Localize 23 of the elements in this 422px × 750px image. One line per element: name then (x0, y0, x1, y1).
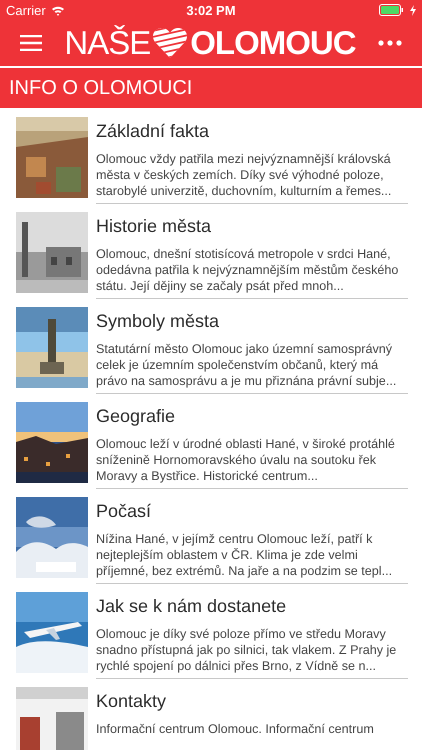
item-title[interactable]: Jak se k nám dostanete (96, 596, 408, 617)
item-title[interactable]: Kontakty (96, 691, 374, 712)
item-description: Informační centrum Olomouc. Informační centrum (96, 721, 374, 737)
item-title[interactable]: Základní fakta (96, 121, 408, 142)
more-icon[interactable] (378, 40, 402, 46)
item-title[interactable]: Historie města (96, 216, 408, 237)
wifi-icon (50, 4, 65, 16)
battery-icon (378, 4, 405, 16)
menu-icon[interactable] (20, 35, 42, 51)
logo-text: NAŠE (64, 24, 150, 62)
item-title[interactable]: Geografie (96, 406, 408, 427)
item-title[interactable]: Symboly města (96, 311, 408, 332)
item-description: Olomouc je díky své poloze přímo ve středu Moravy snadno přístupná jak po silnici, tak vlakem. Z Prahy je rychlé spojení po dálnici přes Brno, z Vídně se n... (96, 626, 398, 674)
logo-text: OLOMOUC (190, 24, 356, 62)
item-description: Olomouc leží v úrodné oblasti Hané, v široké protáhlé sníženině Hornomoravského úvalu na soutoku řek Moravy a Bystřice. Historické centrum... (96, 436, 396, 484)
item-title[interactable]: Počasí (96, 501, 408, 522)
item-description: Olomouc vždy patřila mezi nejvýznamnější královská města v českých zemích. Díky své výhodné poloze, starobylé univerzitě, duchovním, kulturním a řemes... (96, 151, 392, 199)
item-description: Statutární město Olomouc jako územní samosprávný celek je územním společenstvím občanů, který má právo na samosprávu a je mu přiznána právní subje... (96, 341, 398, 389)
clock-time: 3:02 PM (186, 2, 236, 18)
item-description: Nížina Hané, v jejímž centru Olomouc leží, patří k nejteplejším oblastem v ČR. Klima je zde velmi příjemné, bez extrémů. Na jaře a na podzim se tepl... (96, 531, 394, 579)
item-description: Olomouc, dnešní stotisícová metropole v srdci Hané, odedávna patřila k nejvýznamnějším městům českého státu. Její dějiny se začaly psát před mnoh... (96, 246, 400, 294)
section-title: INFO O OLOMOUCI (9, 76, 192, 100)
carrier-label: Carrier (6, 2, 46, 18)
